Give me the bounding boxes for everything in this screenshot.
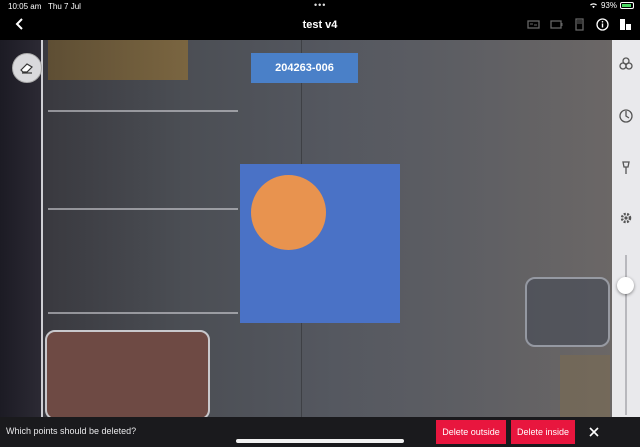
date-text: Thu 7 Jul (48, 2, 81, 11)
delete-inside-button[interactable]: Delete inside (511, 420, 575, 444)
sync-icon[interactable] (527, 18, 540, 31)
close-icon (589, 427, 599, 437)
point-id-label[interactable]: 204263-006 (251, 53, 358, 83)
map-edge-strip (0, 40, 42, 417)
parking-line (48, 208, 238, 210)
settings-gear-icon[interactable] (618, 210, 634, 226)
status-indicators: 93% (589, 1, 634, 10)
selection-marker[interactable] (251, 175, 326, 250)
compass-icon[interactable] (618, 108, 634, 124)
battery-percent: 93% (600, 1, 617, 10)
pin-icon[interactable] (618, 160, 634, 176)
right-sidebar (612, 40, 640, 417)
parked-vehicle-right-2 (560, 355, 610, 417)
delete-outside-button[interactable]: Delete outside (436, 420, 506, 444)
multitask-dots-icon[interactable]: ••• (314, 0, 326, 10)
zoom-slider-thumb[interactable] (617, 277, 634, 294)
parked-vehicle-bottom (45, 330, 210, 417)
parked-vehicle-right (525, 277, 610, 347)
home-indicator[interactable] (236, 439, 404, 443)
wifi-icon (589, 3, 597, 9)
toolbar-icons (527, 18, 632, 31)
layers-icon[interactable] (619, 18, 632, 31)
parking-line (48, 312, 238, 314)
sd-card-icon[interactable] (573, 18, 586, 31)
point-cloud-view[interactable]: 204263-006 (0, 40, 612, 417)
point-cloud-icon[interactable] (618, 56, 634, 72)
status-bar: 10:05 am Thu 7 Jul ••• 93% (0, 0, 640, 12)
battery-icon (620, 2, 634, 9)
erase-tool-button[interactable] (12, 53, 42, 83)
time-text: 10:05 am (8, 2, 42, 11)
eraser-icon (20, 63, 33, 74)
info-icon[interactable] (596, 18, 609, 31)
battery-device-icon[interactable] (550, 18, 563, 31)
title-bar: test v4 (0, 12, 640, 40)
status-time: 10:05 am Thu 7 Jul (8, 2, 81, 11)
close-button[interactable] (586, 423, 602, 441)
parking-line (48, 110, 238, 112)
curb-line (41, 40, 43, 417)
parked-vehicle-top (48, 40, 188, 80)
delete-prompt: Which points should be deleted? (6, 426, 137, 436)
